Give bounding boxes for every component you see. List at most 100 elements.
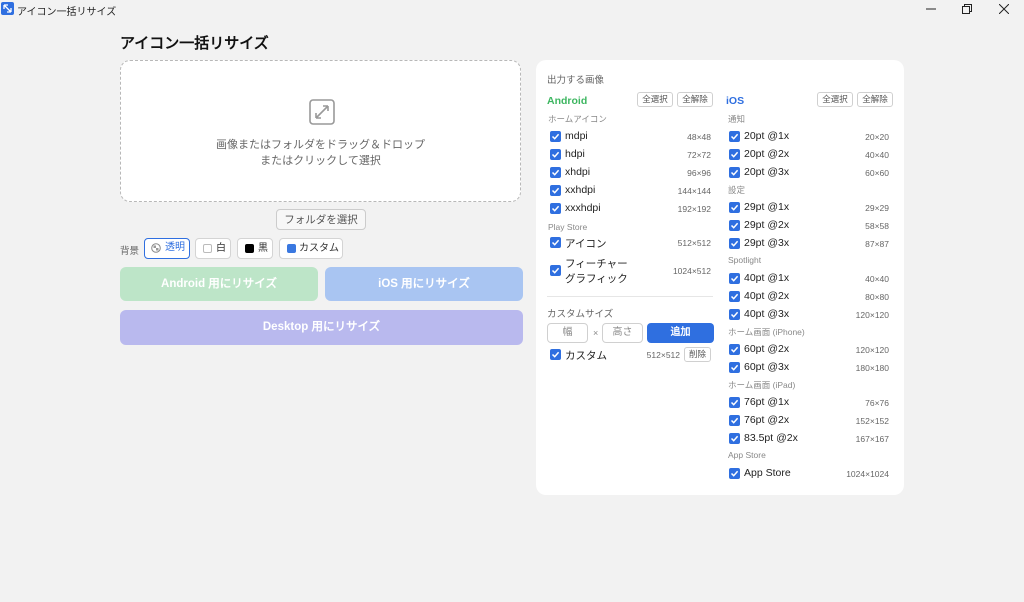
height-input[interactable]: 高さ [602,323,643,343]
ios-select-all-button[interactable]: 全選択 [817,92,853,107]
checkbox[interactable] [729,344,740,355]
checkbox[interactable] [550,349,561,360]
checkmark-icon [730,417,739,424]
ios-group-label: ホーム画面 (iPad) [728,380,796,390]
select-folder-button[interactable]: フォルダを選択 [276,209,366,230]
white-swatch [203,244,212,253]
android-item-label-line2: グラフィック [565,273,628,285]
ios-item-size: 152×152 [855,416,889,426]
checkmark-icon [730,364,739,371]
background-option-label: 黒 [258,243,268,254]
checkbox[interactable] [729,167,740,178]
ios-item-label: 20pt @3x [744,166,790,178]
divider [547,296,713,297]
android-column-title: Android [547,95,588,107]
ios-item-size: 29×29 [865,203,889,213]
checkbox[interactable] [550,203,561,214]
checkbox[interactable] [729,273,740,284]
checkmark-icon [551,151,560,158]
minimize-button[interactable] [913,0,949,18]
restore-icon [962,4,972,14]
background-option-white[interactable]: 白 [195,238,231,259]
android-item-size: 144×144 [677,186,711,196]
checkbox[interactable] [729,362,740,373]
background-option-custom[interactable]: カスタム [279,238,343,259]
checkbox[interactable] [550,185,561,196]
checkbox[interactable] [729,149,740,160]
android-item-label: mdpi [565,130,588,142]
android-item-label-line1: フィーチャー [565,258,628,270]
custom-item-size: 512×512 [646,350,680,360]
drop-zone[interactable]: 画像またはフォルダをドラッグ＆ドロップ またはクリックして選択 [120,60,521,202]
ios-item-size: 76×76 [865,398,889,408]
checkbox[interactable] [729,220,740,231]
android-deselect-all-button[interactable]: 全解除 [677,92,713,107]
checkbox[interactable] [550,149,561,160]
android-item-size: 72×72 [687,150,711,160]
android-item-size: 1024×512 [672,266,711,276]
background-option-transparent[interactable]: 透明 [144,238,190,259]
checkbox[interactable] [729,202,740,213]
ios-item-size: 120×120 [855,345,889,355]
output-panel: 出力する画像 Android 全選択 全解除 ホームアイコン mdpi 48×48… [536,60,904,495]
android-item-size: 48×48 [687,132,711,142]
resize-desktop-button[interactable]: Desktop 用にリサイズ [120,310,523,345]
window-title: アイコン一括リサイズ [17,7,117,18]
checkbox[interactable] [550,131,561,142]
checkmark-icon [730,275,739,282]
close-icon [999,4,1009,14]
checkmark-icon [730,346,739,353]
android-select-all-button[interactable]: 全選択 [637,92,673,107]
minimize-icon [926,8,936,10]
checkbox[interactable] [729,291,740,302]
checkbox[interactable] [550,237,561,248]
checkmark-icon [730,204,739,211]
checkbox[interactable] [729,397,740,408]
checkmark-icon [730,470,739,477]
delete-custom-button[interactable]: 削除 [684,347,711,362]
checkbox[interactable] [729,131,740,142]
width-input[interactable]: 幅 [547,323,588,343]
background-label: 背景 [120,246,140,257]
ios-group-label: 設定 [728,185,746,195]
checkbox[interactable] [729,238,740,249]
ios-item-label: 76pt @2x [744,414,790,426]
ios-group-label: 通知 [728,114,746,124]
custom-color-swatch [287,244,296,253]
close-button[interactable] [986,0,1022,18]
checkmark-icon [730,435,739,442]
ios-item-label: 40pt @3x [744,308,790,320]
checkmark-icon [730,133,739,140]
checkbox[interactable] [729,433,740,444]
checkbox[interactable] [550,167,561,178]
ios-item-label: 83.5pt @2x [744,432,798,444]
checkbox[interactable] [729,415,740,426]
checkmark-icon [730,399,739,406]
add-custom-size-button[interactable]: 追加 [647,323,714,343]
android-item-size: 96×96 [687,168,711,178]
background-option-label: 白 [216,243,226,254]
restore-button[interactable] [949,0,985,18]
background-option-black[interactable]: 黒 [237,238,273,259]
resize-ios-button[interactable]: iOS 用にリサイズ [325,267,523,301]
checkmark-icon [551,351,560,358]
android-group-home: ホームアイコン [548,114,607,124]
ios-item-label: 40pt @2x [744,290,790,302]
black-swatch [245,244,254,253]
drop-hint-line2: またはクリックして選択 [260,155,381,167]
resize-android-button[interactable]: Android 用にリサイズ [120,267,318,301]
checkbox[interactable] [729,468,740,479]
ios-item-label: 20pt @2x [744,148,790,160]
ios-item-size: 60×60 [865,168,889,178]
ios-item-size: 58×58 [865,221,889,231]
ios-item-label: 60pt @2x [744,343,790,355]
checkmark-icon [551,133,560,140]
ios-deselect-all-button[interactable]: 全解除 [857,92,893,107]
ios-item-size: 80×80 [865,292,889,302]
ios-column-title: iOS [726,95,745,107]
ios-item-size: 180×180 [855,363,889,373]
checkbox[interactable] [550,265,561,276]
checkbox[interactable] [729,309,740,320]
background-option-label: カスタム [299,243,339,254]
checkmark-icon [551,205,560,212]
